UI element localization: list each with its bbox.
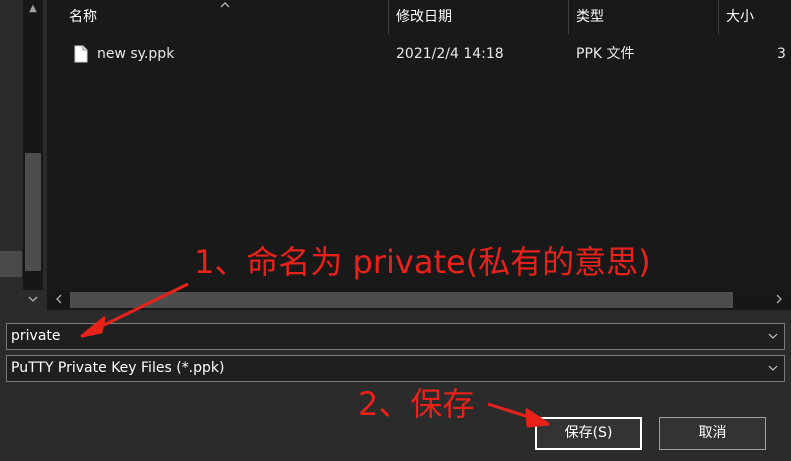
nav-selected-item[interactable]: [0, 251, 22, 277]
chevron-down-icon[interactable]: [768, 332, 778, 340]
horizontal-scrollbar-thumb[interactable]: [70, 292, 733, 308]
file-size: 3: [777, 46, 786, 62]
file-name: new sy.ppk: [97, 46, 175, 62]
filetype-select[interactable]: PuTTY Private Key Files (*.ppk): [6, 355, 785, 382]
filename-combobox[interactable]: private: [6, 323, 785, 350]
navigation-pane: ▲: [0, 0, 46, 310]
document-icon: [74, 45, 88, 63]
filetype-selected-value: PuTTY Private Key Files (*.ppk): [11, 360, 225, 376]
sort-ascending-icon: [220, 2, 230, 8]
nav-scroll-up-icon[interactable]: ▲: [23, 0, 43, 18]
file-type: PPK 文件: [576, 46, 635, 62]
save-dialog: ▲ 名称 修改日期 类型 大小 new sy.ppk 2021/2/4 14:1…: [0, 0, 791, 461]
cancel-button[interactable]: 取消: [659, 417, 766, 450]
chevron-down-icon[interactable]: [768, 364, 778, 372]
filename-input[interactable]: private: [11, 324, 61, 349]
nav-scroll-down-icon[interactable]: [23, 290, 43, 310]
annotation-step-2: 2、保存: [358, 385, 475, 423]
scroll-left-icon[interactable]: [51, 290, 67, 310]
column-header-name[interactable]: 名称: [61, 0, 97, 34]
nav-scrollbar-thumb[interactable]: [25, 153, 41, 271]
save-button[interactable]: 保存(S): [535, 417, 642, 450]
column-header-size[interactable]: 大小: [718, 0, 754, 34]
annotation-step-1: 1、命名为 private(私有的意思): [194, 243, 651, 281]
horizontal-scrollbar[interactable]: [47, 290, 791, 310]
column-header-type[interactable]: 类型: [568, 0, 604, 34]
scroll-right-icon[interactable]: [771, 290, 787, 310]
column-header-modified[interactable]: 修改日期: [388, 0, 452, 34]
file-list-header: 名称 修改日期 类型 大小: [47, 0, 791, 34]
file-modified: 2021/2/4 14:18: [396, 46, 504, 62]
file-row[interactable]: new sy.ppk 2021/2/4 14:18 PPK 文件 3: [47, 40, 791, 68]
